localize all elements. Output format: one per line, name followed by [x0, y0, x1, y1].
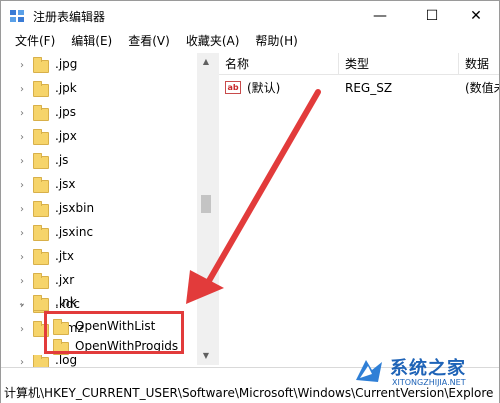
menu-view[interactable]: 查看(V) [120, 31, 178, 51]
chevron-right-icon[interactable]: › [17, 132, 27, 143]
tree-scrollbar[interactable]: ▲ ▼ [197, 53, 215, 365]
menu-bar: 文件(F) 编辑(E) 查看(V) 收藏夹(A) 帮助(H) [1, 31, 499, 51]
chevron-right-icon[interactable]: › [17, 204, 27, 215]
title-bar[interactable]: 注册表编辑器 — ☐ ✕ [1, 1, 499, 31]
folder-icon [33, 57, 49, 73]
tree-item[interactable]: › .jsxinc [1, 221, 197, 245]
watermark-brand: 系统之家 [390, 358, 466, 379]
column-header-data[interactable]: 数据 [459, 53, 499, 75]
list-header: 名称 类型 数据 [219, 53, 499, 75]
tree-item[interactable]: › .jsx [1, 173, 197, 197]
close-button[interactable]: ✕ [453, 1, 499, 31]
folder-icon [33, 249, 49, 265]
value-type: REG_SZ [345, 81, 393, 95]
minimize-button[interactable]: — [357, 1, 403, 31]
tree-item[interactable]: › .jtx [1, 245, 197, 269]
tree-item-log[interactable]: › .log [1, 355, 197, 367]
value-name: (默认) [247, 81, 281, 95]
chevron-right-icon[interactable]: › [17, 252, 27, 263]
tree-item-label: .js [55, 153, 69, 167]
tree-item-label: .jxr [55, 273, 75, 287]
chevron-right-icon[interactable]: › [17, 180, 27, 191]
folder-icon [33, 225, 49, 241]
tree-item[interactable]: › .jps [1, 101, 197, 125]
chevron-right-icon[interactable]: › [17, 84, 27, 95]
chevron-right-icon[interactable]: › [17, 276, 27, 287]
menu-favorites[interactable]: 收藏夹(A) [178, 31, 248, 51]
column-header-name[interactable]: 名称 [219, 53, 339, 75]
menu-edit[interactable]: 编辑(E) [63, 31, 120, 51]
tree-item[interactable]: › .jpg [1, 53, 197, 77]
values-list-pane: 名称 类型 数据 ab (默认) REG_SZ (数值未 [219, 53, 499, 365]
string-value-icon: ab [225, 81, 241, 94]
tree-item-label: .jpg [55, 57, 78, 71]
menu-file[interactable]: 文件(F) [7, 31, 63, 51]
xitongzhijia-logo-icon [356, 360, 382, 382]
tree-item-label: .jpx [55, 129, 77, 143]
tree-item-label: .jtx [55, 249, 74, 263]
chevron-right-icon[interactable]: › [17, 60, 27, 71]
folder-icon [33, 177, 49, 193]
watermark: 系统之家 XITONGZHIJIA.NET [352, 350, 498, 394]
tree-item-label: .jsxbin [55, 201, 95, 215]
maximize-button[interactable]: ☐ [409, 1, 455, 31]
chevron-right-icon[interactable]: › [17, 108, 27, 119]
chevron-right-icon[interactable]: › [17, 156, 27, 167]
tree-item-label: .jps [55, 105, 77, 119]
tree-item-label: .lnk [55, 295, 77, 309]
list-row[interactable]: ab (默认) REG_SZ (数值未 [219, 77, 499, 99]
annotation-highlight-box [44, 311, 184, 354]
tree-item[interactable]: › .jxr [1, 269, 197, 293]
folder-icon [33, 355, 49, 367]
folder-icon [33, 129, 49, 145]
folder-icon [33, 273, 49, 289]
chevron-down-icon[interactable]: ⌄ [17, 298, 27, 309]
tree-item[interactable]: › .jsxbin [1, 197, 197, 221]
menu-help[interactable]: 帮助(H) [247, 31, 305, 51]
scroll-down-arrow-icon[interactable]: ▼ [197, 347, 215, 365]
chevron-right-icon[interactable]: › [17, 228, 27, 239]
tree-item[interactable]: › .jpk [1, 77, 197, 101]
registry-editor-icon [10, 10, 24, 22]
scroll-up-arrow-icon[interactable]: ▲ [197, 53, 215, 71]
column-header-type[interactable]: 类型 [339, 53, 459, 75]
folder-icon [33, 81, 49, 97]
tree-item-label: .jpk [55, 81, 77, 95]
watermark-site: XITONGZHIJIA.NET [392, 378, 466, 387]
folder-icon [33, 201, 49, 217]
folder-icon [33, 153, 49, 169]
tree-item-label: .jsxinc [55, 225, 94, 239]
tree-item-label: .log [55, 355, 78, 367]
folder-open-icon [33, 295, 49, 311]
tree-item-label: .jsx [55, 177, 76, 191]
tree-item[interactable]: › .jpx [1, 125, 197, 149]
folder-icon [33, 105, 49, 121]
scroll-thumb[interactable] [201, 195, 211, 213]
window-title: 注册表编辑器 [33, 10, 106, 24]
chevron-right-icon[interactable]: › [17, 357, 27, 368]
value-data: (数值未 [465, 81, 499, 95]
tree-item[interactable]: › .js [1, 149, 197, 173]
